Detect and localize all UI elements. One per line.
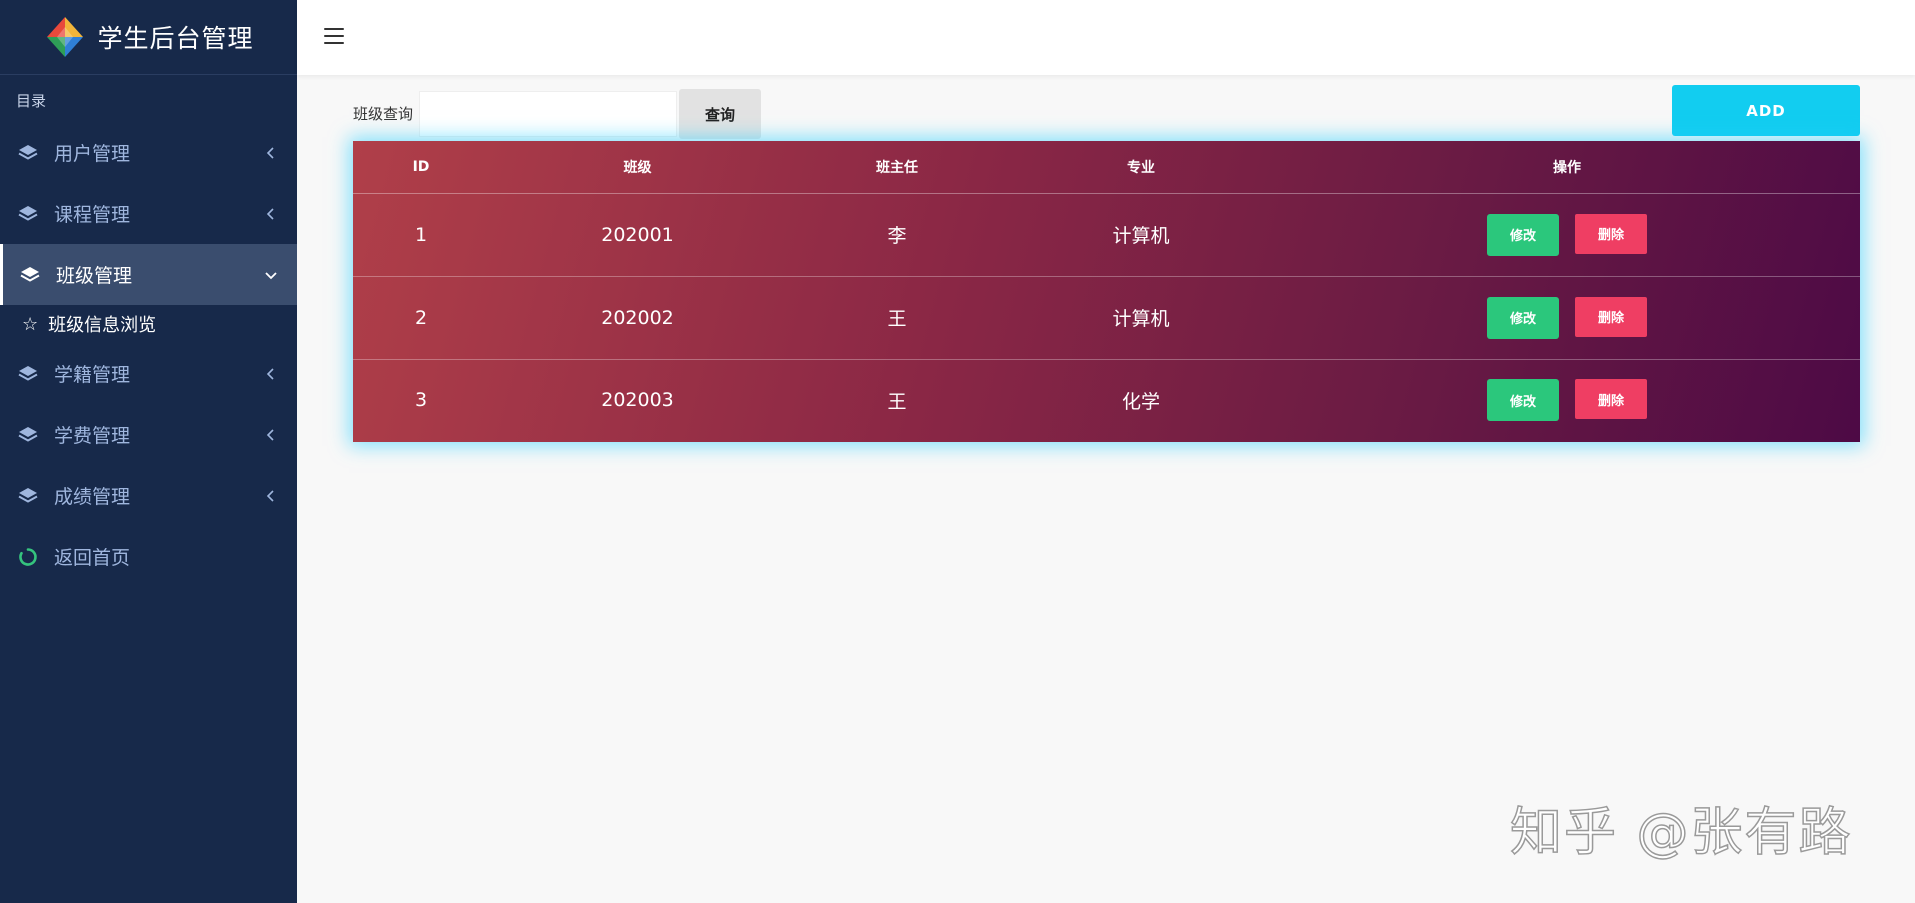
layers-icon <box>20 266 40 282</box>
class-table: ID 班级 班主任 专业 操作 1 202001 李 计算机 修改 删除 2 2… <box>353 141 1860 441</box>
hamburger-menu-icon[interactable] <box>324 28 344 44</box>
cell-class: 202003 <box>601 389 674 412</box>
cell-class: 202001 <box>489 193 786 277</box>
edit-button[interactable]: 修改 <box>1487 379 1559 422</box>
sidebar-item-label: 课程管理 <box>54 204 131 226</box>
sidebar-item-user-management[interactable]: 用户管理 <box>0 122 297 183</box>
brand-title: 学生后台管理 <box>97 24 254 53</box>
sidebar-item-label: 班级管理 <box>56 265 133 287</box>
sidebar-item-label: 学籍管理 <box>54 364 131 386</box>
edit-button[interactable]: 修改 <box>1487 213 1559 256</box>
sidebar-item-label: 用户管理 <box>54 143 131 165</box>
sidebar-item-label: 返回首页 <box>54 547 131 569</box>
chevron-left-icon <box>266 489 274 502</box>
table-row: 3 202003 王 化学 修改 删除 <box>353 359 1860 441</box>
layers-icon <box>18 487 38 503</box>
menu-heading: 目录 <box>16 92 47 110</box>
add-button[interactable]: ADD <box>1672 85 1860 136</box>
layers-icon <box>18 144 38 160</box>
class-table-container: ID 班级 班主任 专业 操作 1 202001 李 计算机 修改 删除 2 2… <box>353 141 1860 442</box>
layers-icon <box>18 205 38 221</box>
header-major: 专业 <box>1008 141 1274 194</box>
cell-teacher: 王 <box>887 390 907 413</box>
delete-button[interactable]: 删除 <box>1575 379 1647 420</box>
star-icon: ☆ <box>22 313 39 335</box>
app-root: 学生后台管理 目录 用户管理 课程管理 班级管理 ☆ 班级信息浏览 学籍管理 学… <box>0 0 1915 903</box>
cell-teacher: 李 <box>786 193 1008 277</box>
chevron-left-icon <box>266 146 274 159</box>
topbar <box>297 0 1915 75</box>
table-row: 1 202001 李 计算机 修改 删除 <box>353 193 1860 277</box>
chevron-left-icon <box>266 207 274 220</box>
sidebar-subitem-class-info[interactable]: ☆ 班级信息浏览 <box>0 305 297 343</box>
chevron-down-icon <box>265 271 277 279</box>
header-teacher: 班主任 <box>786 141 1008 194</box>
chevron-left-icon <box>266 367 274 380</box>
search-label: 班级查询 <box>353 105 414 123</box>
chevron-left-icon <box>266 428 274 441</box>
cell-id: 1 <box>353 193 489 277</box>
cell-id: 2 <box>353 276 489 360</box>
watermark: 知乎 @张有路 <box>1509 802 1853 864</box>
table-header-row: ID 班级 班主任 专业 操作 <box>353 141 1860 194</box>
brand[interactable]: 学生后台管理 <box>0 0 297 75</box>
search-button[interactable]: 查询 <box>679 89 761 139</box>
cell-teacher: 王 <box>786 276 1008 360</box>
sidebar-item-label: 学费管理 <box>54 425 131 447</box>
brand-logo-icon <box>47 17 84 57</box>
sidebar-item-tuition-management[interactable]: 学费管理 <box>0 404 297 465</box>
cell-actions: 修改 删除 <box>1274 276 1860 360</box>
cell-actions: 修改 删除 <box>1274 193 1860 277</box>
cell-major: 计算机 <box>1008 193 1274 277</box>
cell-id: 3 <box>414 389 428 412</box>
header-actions: 操作 <box>1274 141 1860 194</box>
sidebar-subitem-label: 班级信息浏览 <box>48 315 157 336</box>
cell-class: 202002 <box>489 276 786 360</box>
sidebar-item-label: 成绩管理 <box>54 486 131 508</box>
sidebar: 学生后台管理 目录 用户管理 课程管理 班级管理 ☆ 班级信息浏览 学籍管理 学… <box>0 0 297 903</box>
refresh-circle-icon <box>19 547 37 566</box>
sidebar-item-class-management[interactable]: 班级管理 <box>0 244 297 305</box>
cell-major: 化学 <box>1121 390 1160 413</box>
sidebar-item-home[interactable]: 返回首页 <box>0 526 297 587</box>
sidebar-item-grade-management[interactable]: 成绩管理 <box>0 465 297 526</box>
table-row: 2 202002 王 计算机 修改 删除 <box>353 276 1860 360</box>
header-id: ID <box>353 141 489 194</box>
cell-actions: 修改 删除 <box>1274 359 1860 441</box>
cell-major: 计算机 <box>1008 276 1274 360</box>
sidebar-item-enrollment-management[interactable]: 学籍管理 <box>0 343 297 404</box>
sidebar-item-course-management[interactable]: 课程管理 <box>0 183 297 244</box>
class-search-input[interactable] <box>419 91 677 137</box>
layers-icon <box>18 426 38 442</box>
edit-button[interactable]: 修改 <box>1487 296 1559 339</box>
main-content: 班级查询 查询 ADD ID 班级 班主任 专业 操作 1 202001 李 计… <box>297 75 1915 903</box>
delete-button[interactable]: 删除 <box>1575 296 1647 337</box>
header-class: 班级 <box>489 141 786 194</box>
layers-icon <box>18 365 38 381</box>
delete-button[interactable]: 删除 <box>1575 213 1647 254</box>
